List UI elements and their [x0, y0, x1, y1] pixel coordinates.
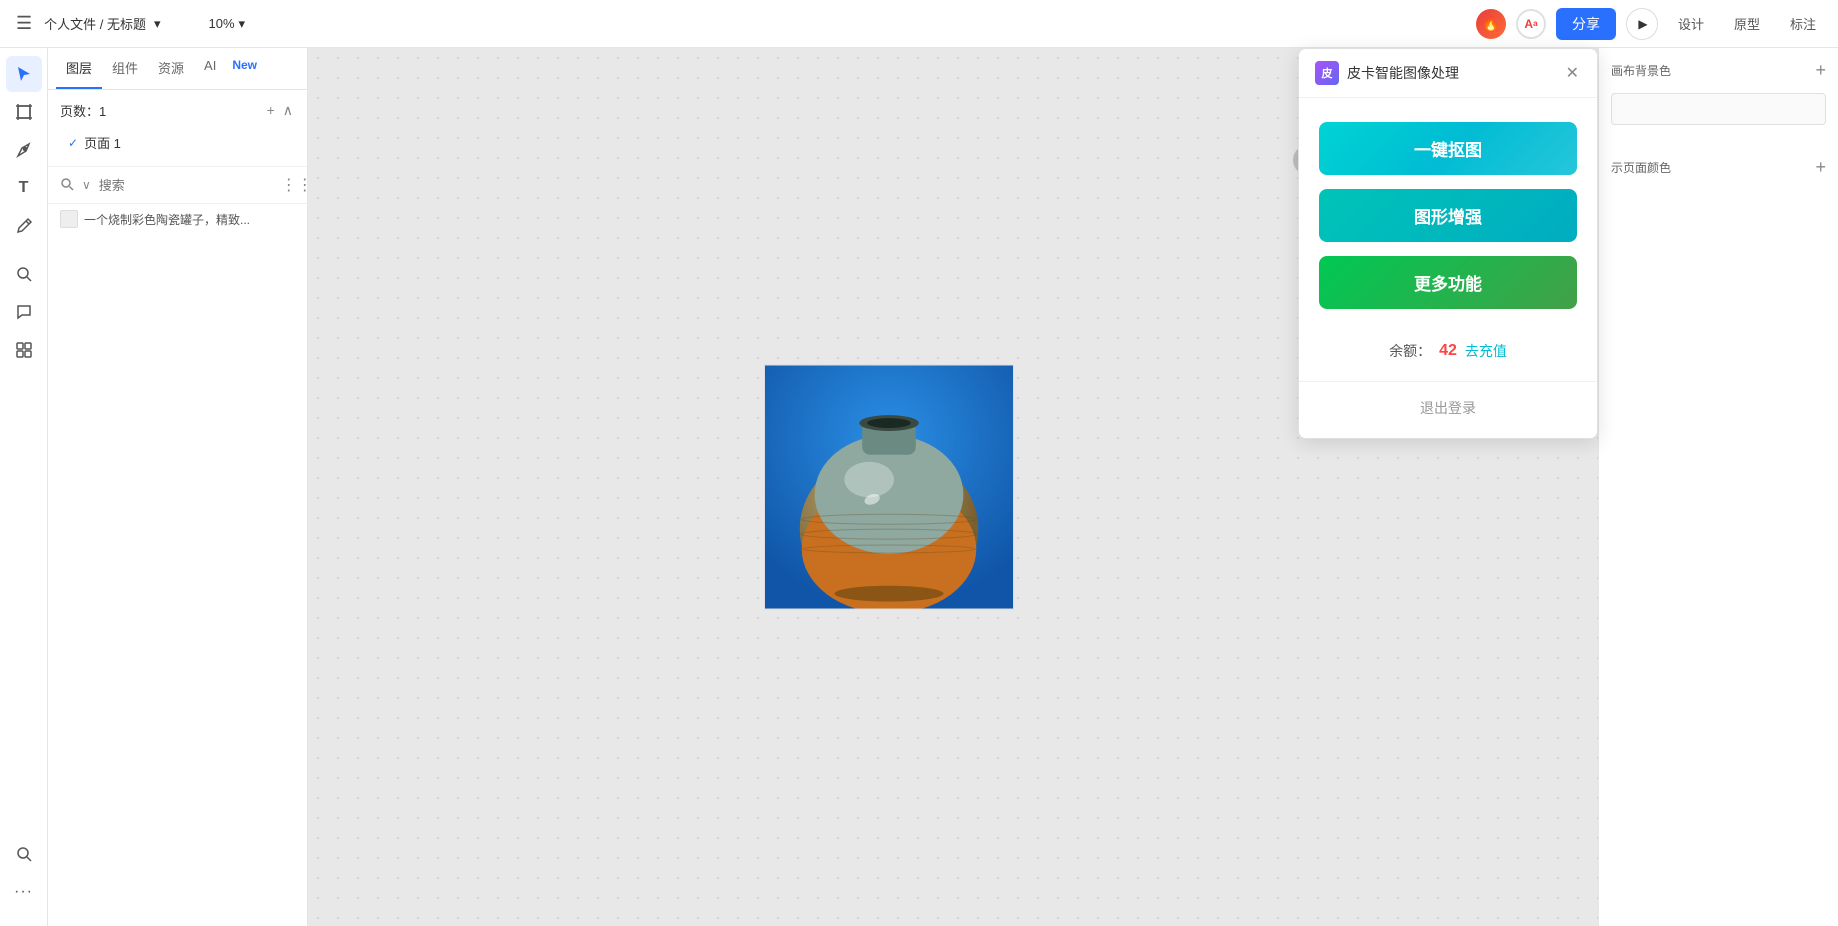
add-page-btn[interactable]: +: [265, 100, 277, 121]
balance-value: 42: [1439, 342, 1457, 360]
pages-count: 页数：1: [60, 101, 106, 120]
text-tool-icon: T: [19, 179, 29, 197]
enhance-button[interactable]: 图形增强: [1319, 189, 1577, 242]
more-dots-icon: ···: [14, 883, 33, 901]
search-icon[interactable]: [60, 177, 74, 194]
canvas-bg-input[interactable]: [1611, 93, 1826, 125]
font-logo-icon: Aa: [1516, 9, 1546, 39]
app-logo-icon: 🔥: [1476, 9, 1506, 39]
breadcrumb-arrow[interactable]: ▾: [154, 16, 161, 32]
plugin-footer: 余额： 42 去充值: [1299, 333, 1597, 381]
play-button[interactable]: ▶: [1626, 8, 1658, 40]
plugin-header-left: 皮 皮卡智能图像处理: [1315, 61, 1459, 85]
plugin-body: 一键抠图 图形增强 更多功能: [1299, 98, 1597, 333]
global-search-tool[interactable]: [6, 836, 42, 872]
search-expand-icon[interactable]: ∨: [80, 178, 93, 192]
breadcrumb[interactable]: 个人文件 / 无标题: [44, 14, 146, 33]
topbar: ☰ 个人文件 / 无标题 ▾ 10% ▾ 🔥 Aa 分享 ▶ 设计 原型 标注: [0, 0, 1838, 48]
panel-tabs: 图层 组件 资源 AI New: [48, 48, 307, 90]
recharge-link[interactable]: 去充值: [1465, 341, 1507, 361]
layer-item-vase[interactable]: 一个烧制彩色陶瓷罐子，精致...: [48, 204, 307, 234]
canvas-image-container: [764, 365, 1014, 610]
page-label: 页面 1: [84, 133, 121, 152]
tab-mark[interactable]: 标注: [1780, 10, 1826, 37]
right-panel: 画布背景色 + 示页面颜色 +: [1598, 48, 1838, 926]
tab-design[interactable]: 设计: [1668, 10, 1714, 37]
tab-new[interactable]: New: [226, 48, 263, 89]
left-toolbar: T ···: [0, 48, 48, 926]
cutout-button[interactable]: 一键抠图: [1319, 122, 1577, 175]
toolbar-bottom: ···: [6, 836, 42, 918]
tab-assets[interactable]: 资源: [148, 48, 194, 89]
right-panel-add-icon2[interactable]: +: [1815, 157, 1826, 178]
tab-layers[interactable]: 图层: [56, 48, 102, 89]
tab-prototype[interactable]: 原型: [1724, 10, 1770, 37]
play-icon: ▶: [1638, 17, 1647, 31]
pages-header: 页数：1 + ∧: [60, 100, 295, 121]
pen-tool[interactable]: [6, 132, 42, 168]
balance-label: 余额：: [1389, 341, 1431, 361]
plugin-logo-icon: 皮: [1315, 61, 1339, 85]
comment-tool[interactable]: [6, 294, 42, 330]
plugin-logout-section: 退出登录: [1299, 381, 1597, 438]
page-check-icon: ✓: [68, 136, 78, 150]
logout-button[interactable]: 退出登录: [1420, 398, 1476, 418]
more-functions-button[interactable]: 更多功能: [1319, 256, 1577, 309]
layer-thumbnail: [60, 210, 78, 228]
zoom-control[interactable]: 10% ▾: [201, 12, 254, 36]
search-more-icon[interactable]: ⋮⋮: [281, 175, 313, 195]
components-tool[interactable]: [6, 332, 42, 368]
frame-tool[interactable]: [6, 94, 42, 130]
tab-ai[interactable]: AI: [194, 48, 226, 89]
page-item-1[interactable]: ✓ 页面 1: [60, 129, 295, 156]
search-input[interactable]: [99, 178, 275, 193]
canvas-vase-image[interactable]: [764, 365, 1014, 610]
layer-search-bar: ∨ ⋮⋮: [48, 167, 307, 204]
search-tool[interactable]: [6, 256, 42, 292]
topbar-left: ☰ 个人文件 / 无标题 ▾ 10% ▾: [12, 9, 253, 38]
collapse-pages-btn[interactable]: ∧: [281, 100, 295, 121]
more-tool[interactable]: ···: [6, 874, 42, 910]
left-panel: 图层 组件 资源 AI New 页数：1 + ∧ ✓ 页面 1: [48, 48, 308, 926]
right-panel-add-icon[interactable]: +: [1815, 60, 1826, 81]
show-page-color-label: 示页面颜色: [1611, 159, 1671, 176]
zoom-level: 10%: [209, 16, 235, 31]
pages-section: 页数：1 + ∧ ✓ 页面 1: [48, 90, 307, 167]
plugin-header: 皮 皮卡智能图像处理 ✕: [1299, 49, 1597, 98]
tab-components[interactable]: 组件: [102, 48, 148, 89]
plugin-close-button[interactable]: ✕: [1564, 61, 1581, 85]
pages-actions: + ∧: [265, 100, 295, 121]
right-panel-header: 画布背景色 +: [1611, 60, 1826, 81]
pencil-tool[interactable]: [6, 208, 42, 244]
right-panel-title: 画布背景色: [1611, 62, 1671, 79]
zoom-arrow-icon: ▾: [239, 16, 246, 32]
plugin-title: 皮卡智能图像处理: [1347, 63, 1459, 83]
menu-icon[interactable]: ☰: [12, 9, 36, 38]
layer-label: 一个烧制彩色陶瓷罐子，精致...: [84, 211, 295, 228]
select-tool[interactable]: [6, 56, 42, 92]
share-button[interactable]: 分享: [1556, 8, 1616, 40]
topbar-right: 🔥 Aa 分享 ▶ 设计 原型 标注: [1476, 8, 1826, 40]
text-tool[interactable]: T: [6, 170, 42, 206]
plugin-panel: 皮 皮卡智能图像处理 ✕ 一键抠图 图形增强 更多功能 余额： 42 去充值 退…: [1298, 48, 1598, 439]
show-page-color-row: 示页面颜色 +: [1611, 157, 1826, 178]
